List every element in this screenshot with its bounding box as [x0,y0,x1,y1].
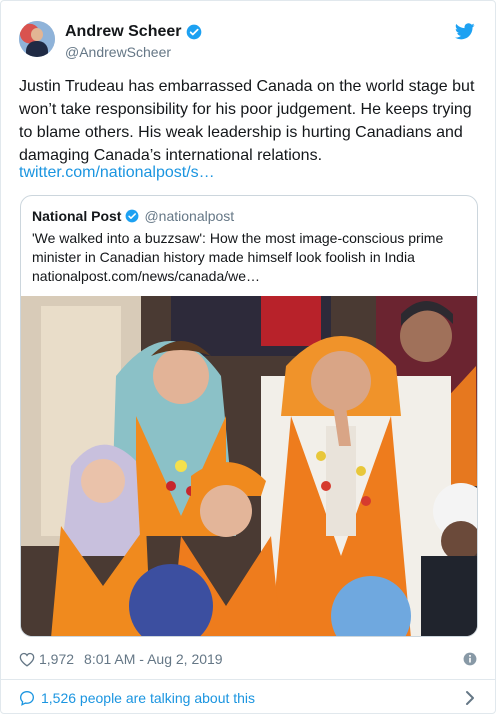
quoted-tweet-text: 'We walked into a buzzsaw': How the most… [32,230,444,265]
speech-bubble-icon [19,690,35,706]
tweet-timestamp[interactable]: 8:01 AM - Aug 2, 2019 [84,651,223,667]
talking-count-text[interactable]: 1,526 people are talking about this [41,690,255,706]
author-handle[interactable]: @AndrewScheer [65,44,171,60]
chevron-right-icon[interactable] [465,690,475,706]
divider [1,679,495,680]
quoted-tweet-link[interactable]: nationalpost.com/news/canada/we… [32,267,260,286]
author-name[interactable]: Andrew Scheer [65,23,181,41]
quoted-tweet-photo[interactable] [21,296,477,636]
author-name-row[interactable]: Andrew Scheer [65,22,202,42]
quoted-author-name: National Post [32,208,122,224]
like-count[interactable]: 1,972 [39,651,74,667]
quoted-author-handle: @nationalpost [144,208,235,224]
quoted-tweet[interactable]: National Post @nationalpost 'We walked i… [20,195,478,637]
verified-badge-icon [187,24,202,40]
photo-illustration [21,296,477,636]
tweet-meta: 1,972 8:01 AM - Aug 2, 2019 [19,649,479,669]
tweet-card: Andrew Scheer @AndrewScheer Justin Trude… [0,0,496,714]
quoted-tweet-header: National Post @nationalpost [32,207,234,225]
tweet-text: Justin Trudeau has embarrassed Canada on… [19,78,475,164]
tweet-link[interactable]: twitter.com/nationalpost/s… [19,163,215,183]
verified-badge-icon [126,209,139,223]
author-avatar[interactable] [19,21,55,57]
heart-icon[interactable] [19,652,35,667]
twitter-bird-icon[interactable] [455,23,475,40]
info-icon[interactable] [463,652,477,666]
conversation-link[interactable]: 1,526 people are talking about this [19,687,479,709]
tweet-header: Andrew Scheer @AndrewScheer [19,19,479,63]
